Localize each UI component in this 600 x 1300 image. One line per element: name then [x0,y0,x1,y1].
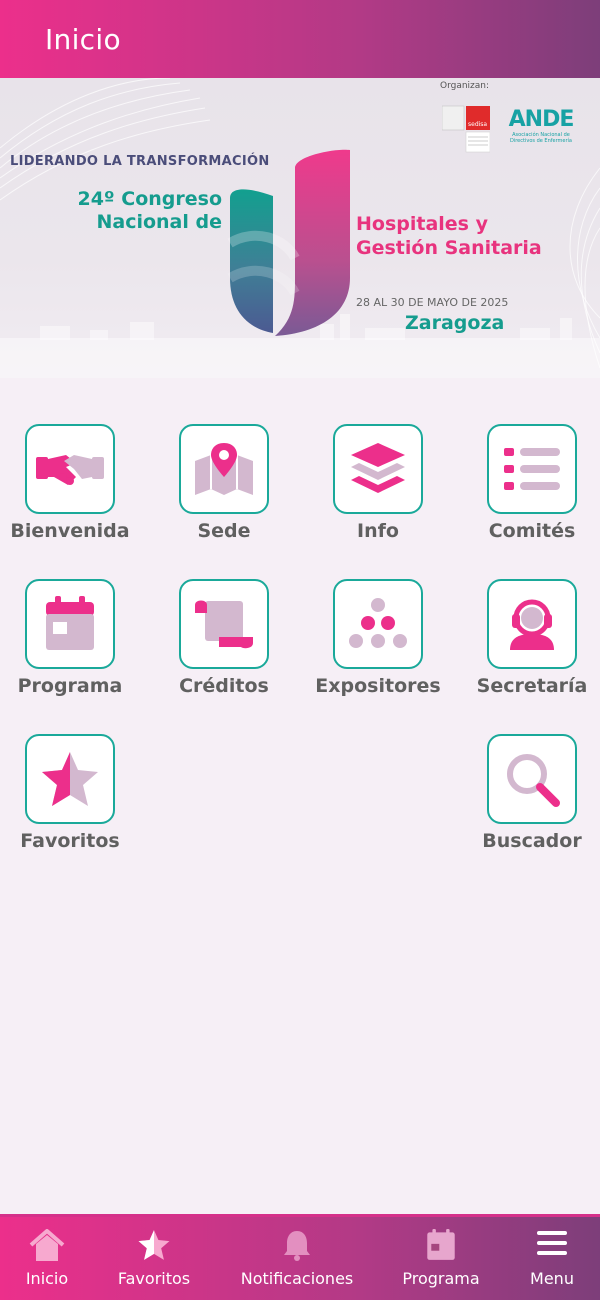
menu-item-secretaria[interactable]: Secretaría [462,579,600,729]
tab-favoritos[interactable]: Favoritos [109,1217,199,1300]
tab-label: Programa [402,1269,480,1288]
tab-label: Inicio [25,1269,69,1288]
menu-item-buscador[interactable]: Buscador [462,734,600,884]
ande-logo-subtitle: Asociación Nacional de Directivos de Enf… [510,132,572,144]
banner-city: Zaragoza [405,312,505,334]
calendar-icon [46,596,94,650]
menu-item-programa[interactable]: Programa [0,579,154,729]
ande-logo: ANDE Asociación Nacional de Directivos d… [506,108,576,152]
menu-item-sede[interactable]: Sede [154,424,308,574]
banner-dates: 28 AL 30 DE MAYO DE 2025 [356,296,509,309]
tab-label: Notificaciones [240,1269,354,1288]
layers-icon [351,443,405,493]
map-icon [195,443,253,495]
menu-item-box[interactable] [487,734,577,824]
organizers-label: Organizan: [440,81,490,91]
menu-item-favoritos[interactable]: Favoritos [0,734,154,884]
tab-menu[interactable]: Menu [517,1217,587,1300]
menu-item-label: Info [357,520,399,542]
svg-text:sedisa: sedisa [468,121,487,128]
menu-item-creditos[interactable]: Créditos [154,579,308,729]
banner-congress-title: 24º Congreso Nacional de [77,188,222,233]
calendar-icon [427,1229,455,1260]
menu-item-expositores[interactable]: Expositores [308,579,462,729]
menu-item-box[interactable] [25,424,115,514]
search-icon [507,754,560,807]
menu-item-box[interactable] [179,424,269,514]
menu-item-box[interactable] [333,579,423,669]
congress-u-logo [227,149,350,336]
bell-icon [284,1231,310,1261]
tab-inicio[interactable]: Inicio [7,1217,87,1300]
congress-banner: Organizan: sedisa ANDE Asociación Nacion… [0,78,600,378]
menu-item-label: Sede [197,520,251,542]
hamburger-icon [537,1231,567,1255]
menu-item-box[interactable] [179,579,269,669]
menu-item-info[interactable]: Info [308,424,462,574]
tab-label: Favoritos [117,1269,191,1288]
menu-item-label: Créditos [179,675,269,697]
banner-theme: Hospitales y Gestión Sanitaria [356,213,542,259]
sedisa-logo: sedisa [442,105,490,153]
list-icon [504,448,560,490]
app-header: Inicio [0,0,600,78]
menu-item-label: Buscador [482,830,582,852]
page-title: Inicio [45,22,121,56]
ande-logo-text: ANDE [508,107,575,132]
menu-item-label: Bienvenida [10,520,130,542]
menu-item-box[interactable] [25,734,115,824]
menu-item-label: Favoritos [20,830,120,852]
star-icon [42,752,98,806]
bottom-tab-bar: Inicio Favoritos Notificaciones Programa… [0,1214,600,1300]
tab-notificaciones[interactable]: Notificaciones [236,1217,358,1300]
headset-icon [510,599,554,650]
menu-item-label: Comités [488,520,576,542]
menu-item-bienvenida[interactable]: Bienvenida [0,424,154,574]
tab-label: Menu [530,1269,574,1288]
scroll-icon [195,600,253,649]
menu-item-label: Programa [17,675,123,697]
handshake-icon [36,455,104,485]
menu-item-box[interactable] [487,424,577,514]
menu-item-label: Expositores [315,675,441,697]
menu-item-box[interactable] [25,579,115,669]
home-icon [29,1229,65,1261]
dots-pyramid-icon [349,598,407,648]
menu-item-box[interactable] [487,579,577,669]
tab-programa[interactable]: Programa [396,1217,486,1300]
star-icon [138,1230,170,1260]
menu-item-comites[interactable]: Comités [462,424,600,574]
menu-item-label: Secretaría [476,675,588,697]
menu-item-box[interactable] [333,424,423,514]
